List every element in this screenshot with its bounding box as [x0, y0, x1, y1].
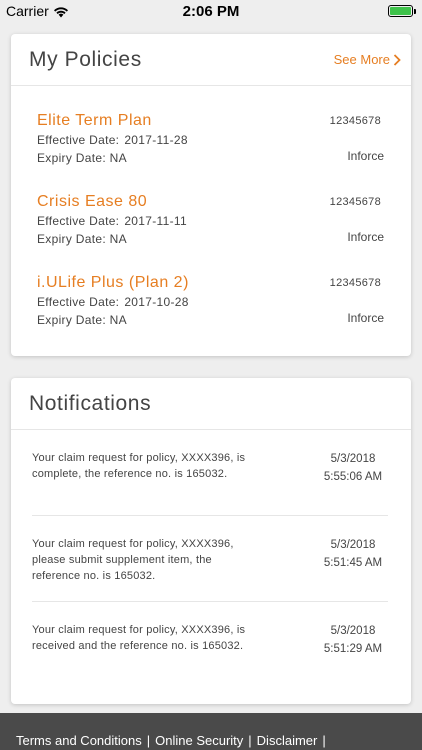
- disclaimer-link[interactable]: Disclaimer: [257, 733, 318, 748]
- notification-date: 5/3/2018: [330, 625, 376, 637]
- effective-label: Effective Date:: [37, 295, 120, 309]
- terms-link[interactable]: Terms and Conditions: [16, 733, 142, 748]
- effective-label: Effective Date:: [37, 133, 120, 147]
- expiry-date: NA: [109, 151, 127, 165]
- notification-text: Your claim request for policy, XXXX396, …: [32, 452, 246, 480]
- policies-title: My Policies: [29, 47, 142, 71]
- notification-text: Your claim request for policy, XXXX396, …: [32, 624, 246, 652]
- policy-item[interactable]: Elite Term Plan Effective Date: 2017-11-2…: [11, 86, 411, 167]
- notification-list: Your claim request for policy, XXXX396, …: [11, 430, 411, 688]
- footer-separator: |: [322, 733, 326, 748]
- effective-label: Effective Date:: [37, 214, 120, 228]
- policy-number: 12345678: [329, 277, 381, 289]
- policy-item[interactable]: i.ULife Plus (Plan 2) Effective Date: 201…: [11, 248, 411, 329]
- notification-item[interactable]: Your claim request for policy, XXXX396, …: [32, 516, 388, 602]
- effective-date: 2017-11-11: [124, 214, 187, 228]
- chevron-right-icon: [393, 53, 401, 66]
- policy-expiry: Expiry Date: NA: [37, 232, 381, 246]
- notification-item[interactable]: Your claim request for policy, XXXX396, …: [32, 430, 388, 516]
- footer: Terms and Conditions | Online Security |…: [0, 713, 422, 750]
- policy-effective: Effective Date: 2017-11-11: [37, 214, 381, 228]
- notification-time: 5:51:45 AM: [323, 557, 383, 569]
- carrier-label: Carrier: [6, 3, 49, 19]
- battery-body: [388, 5, 413, 17]
- policy-number: 12345678: [329, 196, 381, 208]
- policy-effective: Effective Date: 2017-11-28: [37, 133, 381, 147]
- notification-timestamp: 5/3/2018 5:51:29 AM: [318, 622, 388, 658]
- notification-time: 5:51:29 AM: [323, 643, 383, 655]
- policy-item[interactable]: Crisis Ease 80 Effective Date: 2017-11-11…: [11, 167, 411, 248]
- battery-icon: [388, 5, 416, 17]
- notifications-title: Notifications: [29, 391, 152, 415]
- wifi-icon: [53, 5, 69, 18]
- see-more-button[interactable]: See More: [334, 52, 401, 67]
- expiry-label: Expiry Date:: [37, 151, 106, 165]
- notifications-card: Notifications Your claim request for pol…: [11, 378, 411, 704]
- notification-text: Your claim request for policy, XXXX396, …: [32, 538, 234, 582]
- effective-date: 2017-10-28: [124, 295, 189, 309]
- policy-expiry: Expiry Date: NA: [37, 313, 381, 327]
- status-bar: Carrier 2:06 PM: [0, 0, 422, 22]
- expiry-date: NA: [109, 313, 127, 327]
- notification-date: 5/3/2018: [330, 539, 376, 551]
- notification-date: 5/3/2018: [330, 453, 376, 465]
- notifications-header: Notifications: [11, 378, 411, 430]
- policy-effective: Effective Date: 2017-10-28: [37, 295, 381, 309]
- online-security-link[interactable]: Online Security: [155, 733, 243, 748]
- policies-header: My Policies See More: [11, 34, 411, 86]
- notification-time: 5:55:06 AM: [323, 471, 383, 483]
- notification-item[interactable]: Your claim request for policy, XXXX396, …: [32, 602, 388, 688]
- policy-status: Inforce: [347, 230, 384, 244]
- policy-number: 12345678: [329, 115, 381, 127]
- notification-timestamp: 5/3/2018 5:51:45 AM: [318, 536, 388, 572]
- notification-timestamp: 5/3/2018 5:55:06 AM: [318, 450, 388, 486]
- policy-status: Inforce: [347, 311, 384, 325]
- policy-list: Elite Term Plan Effective Date: 2017-11-2…: [11, 86, 411, 329]
- footer-separator: |: [146, 733, 151, 748]
- policies-card: My Policies See More Elite Term Plan Eff…: [11, 34, 411, 356]
- policy-status: Inforce: [347, 149, 384, 163]
- effective-date: 2017-11-28: [124, 133, 188, 147]
- expiry-label: Expiry Date:: [37, 232, 106, 246]
- footer-separator: |: [248, 733, 252, 748]
- expiry-label: Expiry Date:: [37, 313, 106, 327]
- policy-expiry: Expiry Date: NA: [37, 151, 381, 165]
- see-more-label: See More: [333, 52, 390, 67]
- status-left: Carrier: [6, 3, 69, 19]
- battery-fill: [390, 7, 411, 15]
- expiry-date: NA: [109, 232, 127, 246]
- battery-tip: [414, 8, 416, 14]
